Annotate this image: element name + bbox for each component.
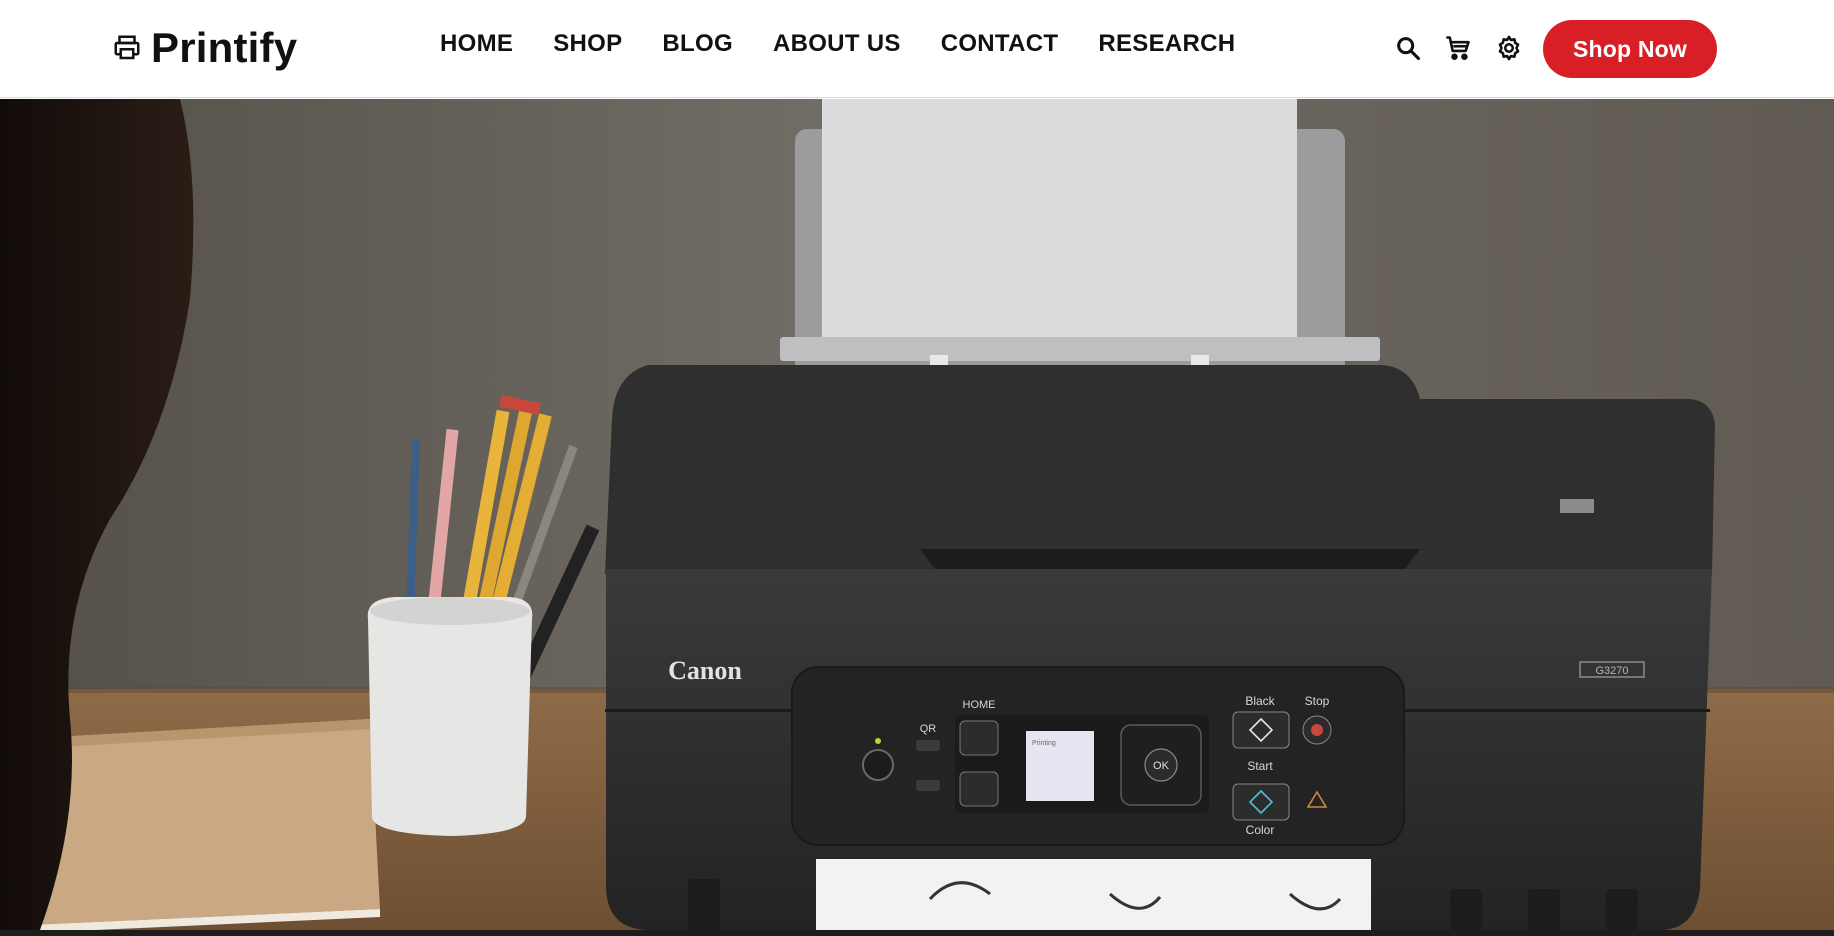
cart-button[interactable]	[1443, 33, 1473, 63]
panel-color-label: Color	[1246, 823, 1275, 837]
search-icon	[1397, 37, 1421, 61]
nav-research[interactable]: RESEARCH	[1098, 30, 1235, 58]
paper-tray	[780, 99, 1380, 409]
printer: G3270 Canon QR HOME Printing OK Black St…	[605, 365, 1715, 930]
nav-shop[interactable]: SHOP	[553, 30, 622, 58]
page-bottom-edge	[0, 930, 1834, 936]
brand-name: Printify	[151, 24, 298, 71]
printer-icon	[114, 35, 140, 60]
panel-screen-text: Printing	[1032, 740, 1056, 747]
search-button[interactable]	[1393, 33, 1423, 63]
hero-printer-image: G3270 Canon QR HOME Printing OK Black St…	[0, 99, 1834, 930]
panel-black-label: Black	[1245, 694, 1275, 708]
gear-icon	[1498, 35, 1520, 61]
canon-logo: Canon	[668, 656, 742, 685]
brand-logo[interactable]: Printify	[112, 22, 297, 74]
shop-now-button[interactable]: Shop Now	[1543, 20, 1717, 78]
panel-start-label: Start	[1247, 759, 1273, 773]
notebook	[20, 719, 380, 930]
panel-stop-label: Stop	[1305, 694, 1330, 708]
main-nav: HOME SHOP BLOG ABOUT US CONTACT RESEARCH	[440, 30, 1235, 58]
cart-icon	[1446, 36, 1470, 61]
hero-banner: G3270 Canon QR HOME Printing OK Black St…	[0, 99, 1834, 930]
panel-ok-label: OK	[1153, 760, 1170, 772]
nav-blog[interactable]: BLOG	[662, 30, 733, 58]
navbar: Printify HOME SHOP BLOG ABOUT US CONTACT…	[0, 0, 1834, 98]
nav-contact[interactable]: CONTACT	[941, 30, 1059, 58]
nav-home[interactable]: HOME	[440, 30, 513, 58]
settings-button[interactable]	[1494, 33, 1524, 63]
model-label: G3270	[1595, 665, 1628, 677]
panel-home-label: HOME	[963, 699, 996, 711]
panel-qr-label: QR	[920, 723, 937, 735]
nav-about-us[interactable]: ABOUT US	[773, 30, 901, 58]
